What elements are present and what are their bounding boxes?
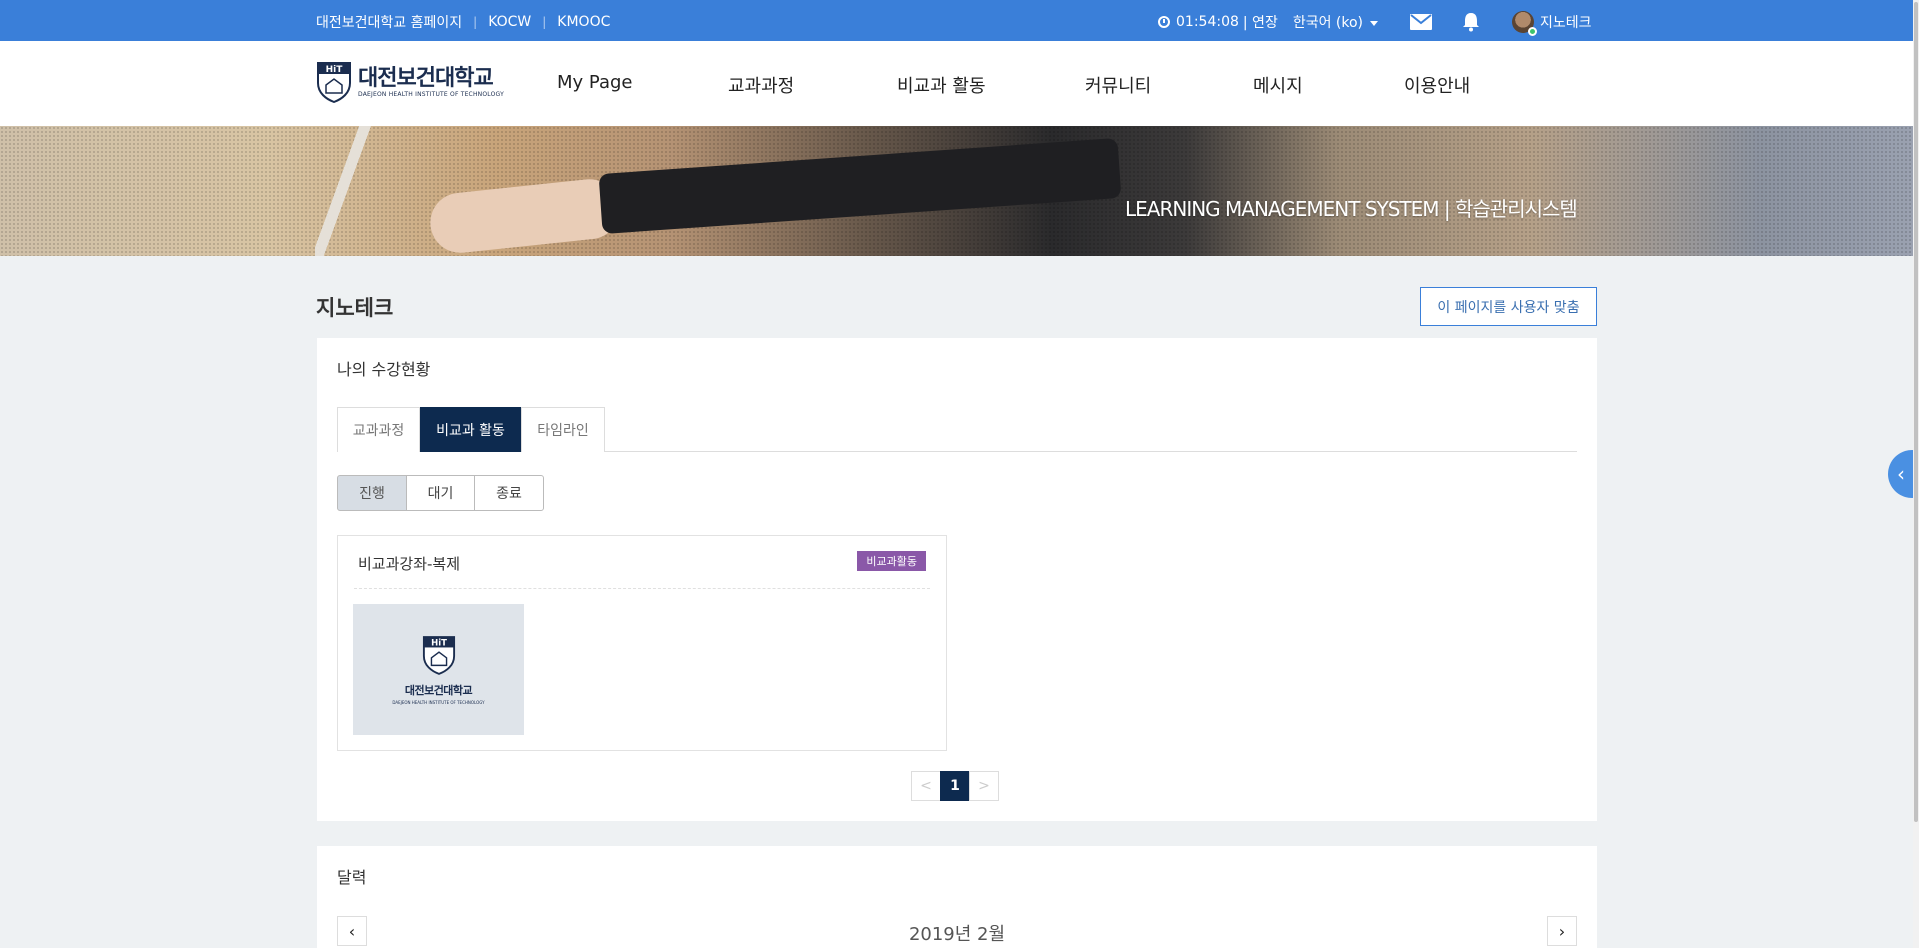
course-divider <box>354 588 930 589</box>
shield-emblem-icon: HiT <box>317 62 351 103</box>
page-title: 지노테크 <box>316 296 394 320</box>
kocw-link[interactable]: KOCW <box>488 14 531 30</box>
nav-item-guide[interactable]: 이용안내 <box>1404 72 1470 98</box>
course-thumbnail[interactable]: HiT 대전보건대학교 DAEJEON HEALTH INSTITUTE OF … <box>353 604 524 735</box>
prev-page-button[interactable]: < <box>911 771 941 801</box>
top-utility-bar: 대전보건대학교 홈페이지 | KOCW | KMOOC 01:54:08 | 연… <box>0 0 1913 41</box>
calendar-title: 달력 <box>337 868 367 887</box>
chevron-left-icon: ‹ <box>1897 462 1905 486</box>
clock-icon <box>1158 16 1170 28</box>
kmooc-link[interactable]: KMOOC <box>557 14 610 30</box>
main-navbar: HiT 대전보건대학교 DAEJEON HEALTH INSTITUTE OF … <box>0 41 1913 126</box>
logo-name-ko: 대전보건대학교 <box>358 65 494 91</box>
banner-title: LEARNING MANAGEMENT SYSTEM | 학습관리시스템 <box>1125 197 1578 221</box>
course-type-badge: 비교과활동 <box>857 551 926 571</box>
caret-down-icon <box>1370 20 1379 26</box>
thumbnail-name-ko: 대전보건대학교 <box>404 684 473 697</box>
bell-icon[interactable] <box>1462 12 1480 32</box>
tab-extracurricular[interactable]: 비교과 활동 <box>420 407 521 452</box>
nav-item-community[interactable]: 커뮤니티 <box>1085 72 1151 98</box>
tab-curriculum[interactable]: 교과과정 <box>337 407 420 452</box>
avatar[interactable] <box>1512 11 1538 36</box>
page-number[interactable]: 1 <box>940 771 970 801</box>
nav-item-messages[interactable]: 메시지 <box>1253 72 1303 98</box>
link-separator: | <box>473 15 478 29</box>
shield-emblem-icon: HiT <box>422 636 455 675</box>
hero-banner: LEARNING MANAGEMENT SYSTEM | 학습관리시스템 <box>0 126 1913 256</box>
enrollment-tabs: 교과과정 비교과 활동 타임라인 <box>337 407 1577 452</box>
filter-in-progress[interactable]: 진행 <box>337 475 407 511</box>
calendar-month-label: 2019년 2월 <box>908 924 1006 945</box>
external-links: 대전보건대학교 홈페이지 | KOCW | KMOOC <box>316 12 610 32</box>
emblem-text: HiT <box>431 639 447 649</box>
enrollment-card: 나의 수강현황 교과과정 비교과 활동 타임라인 진행 대기 종료 비교과강좌-… <box>317 338 1597 821</box>
nav-item-curriculum[interactable]: 교과과정 <box>728 72 794 98</box>
site-logo[interactable]: HiT 대전보건대학교 DAEJEON HEALTH INSTITUTE OF … <box>316 61 504 103</box>
filter-finished[interactable]: 종료 <box>474 475 544 511</box>
course-name[interactable]: 비교과강좌-복제 <box>358 553 460 574</box>
scrollbar-thumb[interactable] <box>1914 2 1918 822</box>
status-filter-group: 진행 대기 종료 <box>337 475 544 511</box>
course-card[interactable]: 비교과강좌-복제 비교과활동 HiT 대전보건대학교 DAEJEON HEALT… <box>337 535 947 751</box>
user-name[interactable]: 지노테크 <box>1540 12 1592 32</box>
mail-icon[interactable] <box>1410 14 1433 30</box>
logo-name-en: DAEJEON HEALTH INSTITUTE OF TECHNOLOGY <box>358 90 504 98</box>
customize-page-button[interactable]: 이 페이지를 사용자 맞춤 <box>1420 287 1597 326</box>
tab-timeline[interactable]: 타임라인 <box>521 407 605 452</box>
enrollment-title: 나의 수강현황 <box>337 360 431 379</box>
user-utilities: 01:54:08 | 연장 한국어 (ko) 지노테크 <box>1158 11 1592 36</box>
emblem-text: HiT <box>326 65 344 75</box>
pagination: < 1 > <box>911 771 999 801</box>
homepage-link[interactable]: 대전보건대학교 홈페이지 <box>316 12 462 32</box>
extend-session-link[interactable]: | 연장 <box>1243 12 1278 32</box>
calendar-next-month-button[interactable]: › <box>1547 916 1577 946</box>
online-status-dot <box>1528 27 1538 36</box>
language-selector[interactable]: 한국어 (ko) <box>1292 12 1379 32</box>
page-scrollbar[interactable] <box>1913 0 1919 948</box>
banner-laptop-graphic <box>315 126 415 256</box>
banner-hand-graphic <box>427 176 623 256</box>
language-label: 한국어 (ko) <box>1292 15 1364 31</box>
thumbnail-name-en: DAEJEON HEALTH INSTITUTE OF TECHNOLOGY <box>392 700 485 705</box>
filter-waiting[interactable]: 대기 <box>406 475 475 511</box>
calendar-card: 달력 ‹ 2019년 2월 › <box>317 846 1597 948</box>
link-separator: | <box>542 15 547 29</box>
banner-sleeve-graphic <box>598 137 1122 235</box>
next-page-button[interactable]: > <box>969 771 999 801</box>
session-timer: 01:54:08 <box>1176 14 1239 30</box>
nav-item-mypage[interactable]: My Page <box>557 72 632 93</box>
nav-item-extracurricular[interactable]: 비교과 활동 <box>897 72 986 98</box>
